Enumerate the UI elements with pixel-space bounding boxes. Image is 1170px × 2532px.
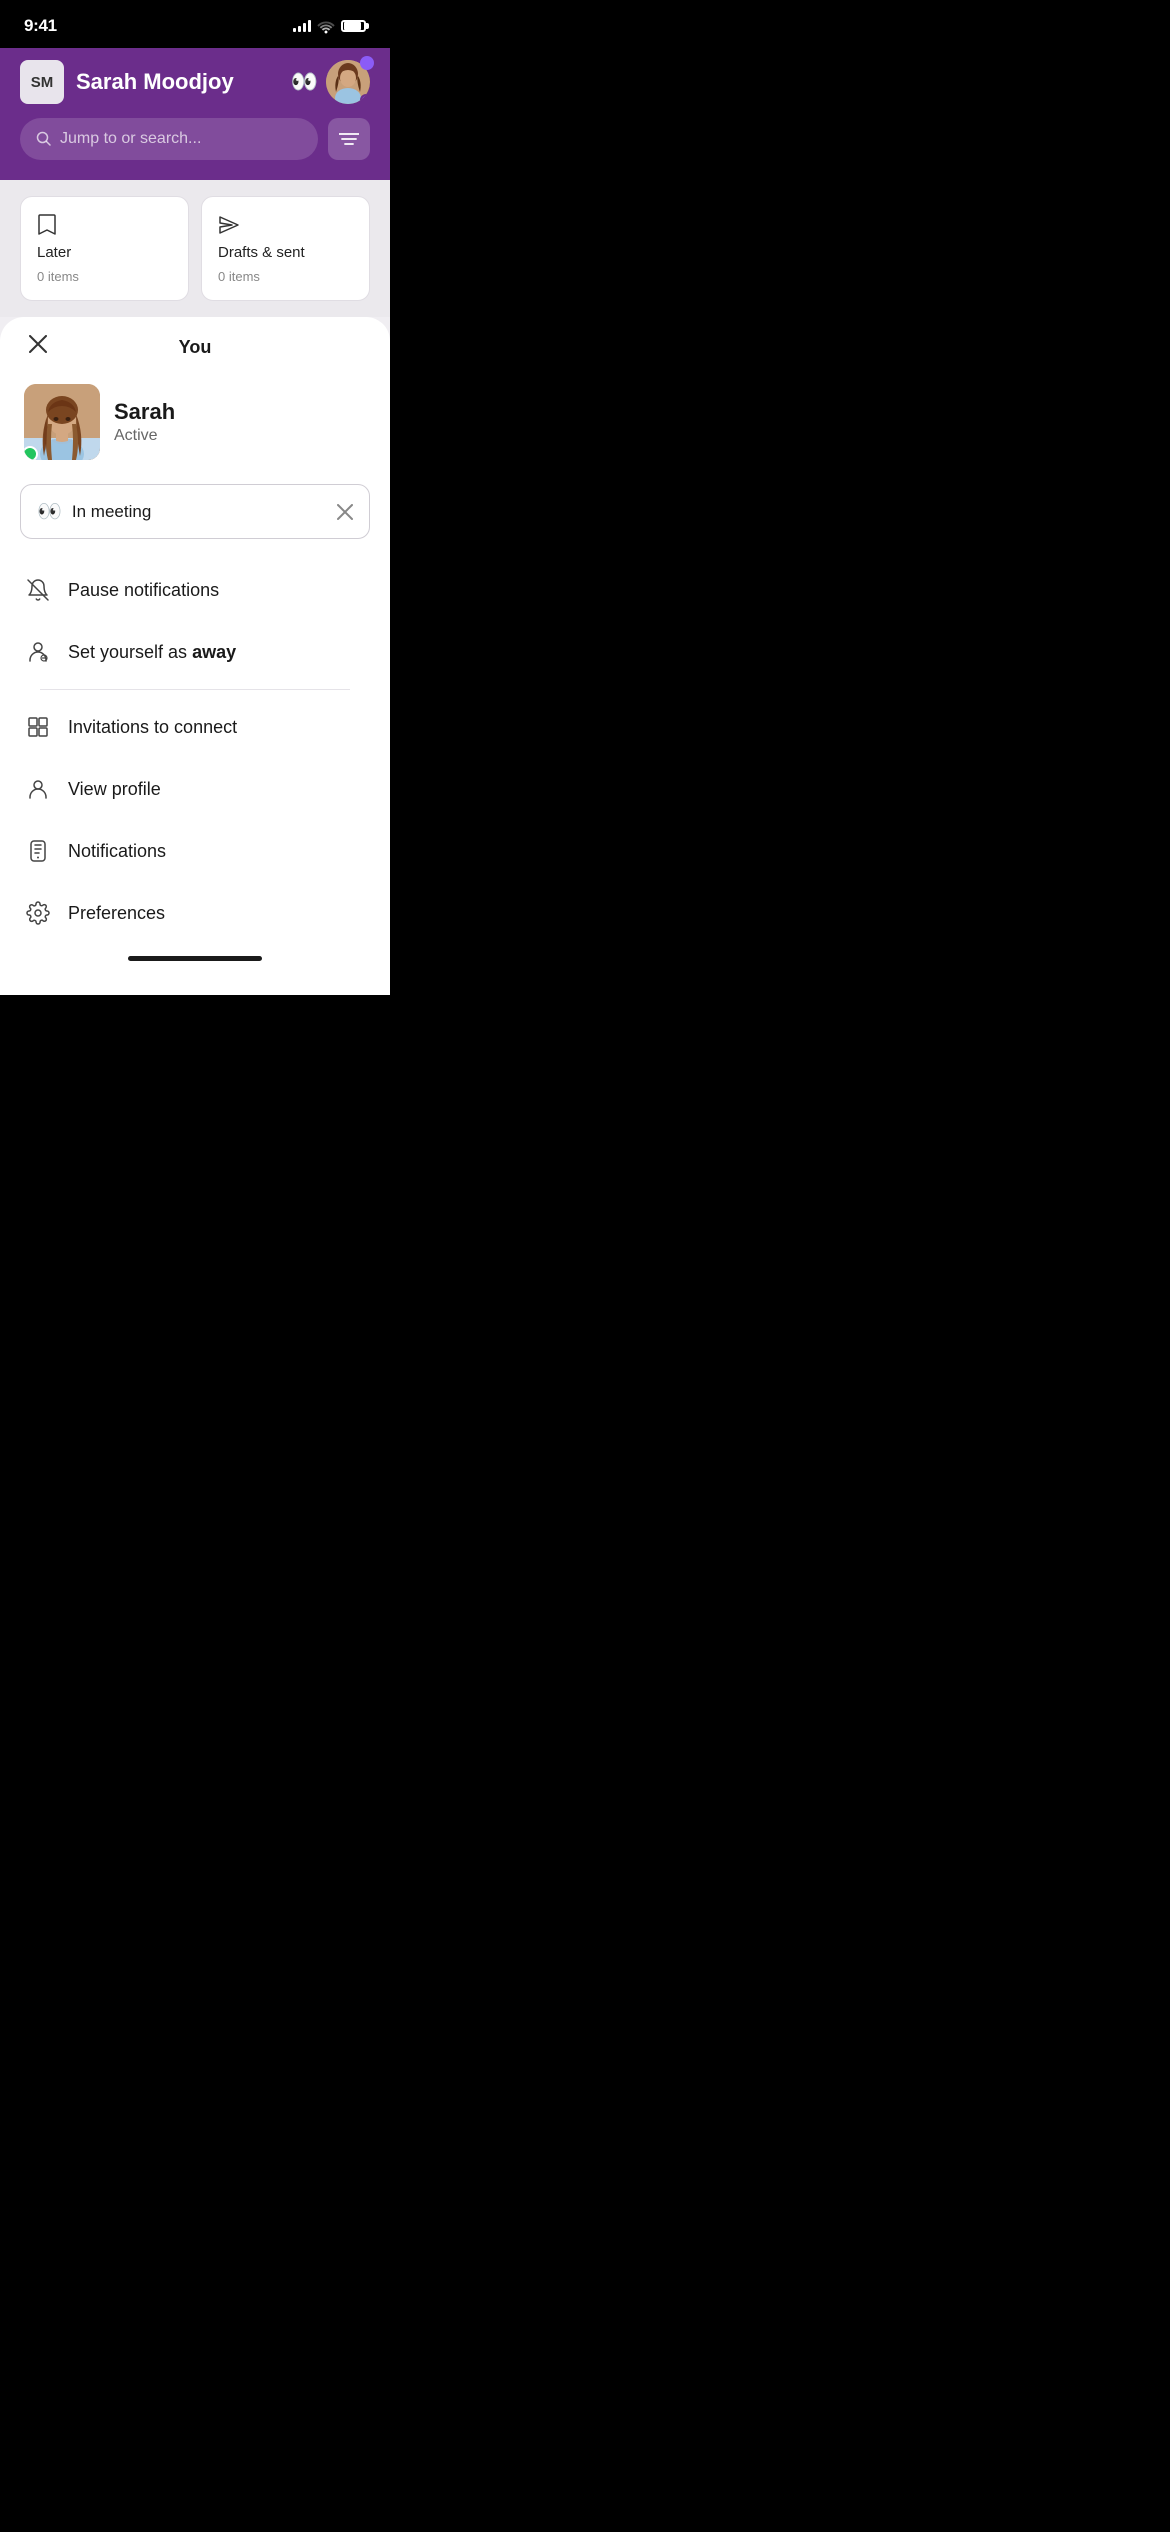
menu-item-set-away[interactable]: Set yourself as away xyxy=(20,621,370,683)
header-name: Sarah Moodjoy xyxy=(76,69,234,95)
profile-section: Sarah Active xyxy=(0,368,390,480)
profile-info: Sarah Active xyxy=(114,399,175,445)
avatar-initials: SM xyxy=(20,60,64,104)
close-icon xyxy=(29,332,47,354)
bookmark-icon xyxy=(37,213,172,236)
later-card[interactable]: Later 0 items xyxy=(20,196,189,301)
sheet-title: You xyxy=(179,337,212,358)
drafts-title: Drafts & sent xyxy=(218,244,353,261)
wifi-icon xyxy=(317,18,335,34)
status-clear-button[interactable] xyxy=(337,501,353,522)
status-input-left: 👀 In meeting xyxy=(37,499,151,524)
battery-icon xyxy=(341,20,366,32)
user-info: SM Sarah Moodjoy xyxy=(20,60,234,104)
profile-avatar xyxy=(24,384,100,460)
pause-notifications-label: Pause notifications xyxy=(68,580,219,601)
invitations-label: Invitations to connect xyxy=(68,717,237,738)
person-away-icon xyxy=(24,638,52,666)
search-icon xyxy=(36,130,52,148)
menu-item-preferences[interactable]: Preferences xyxy=(20,882,370,944)
bottom-sheet: You xyxy=(0,317,390,995)
online-dot-profile xyxy=(24,446,38,460)
search-placeholder: Jump to or search... xyxy=(60,130,201,148)
status-input-row[interactable]: 👀 In meeting xyxy=(20,484,370,539)
gear-icon xyxy=(24,899,52,927)
home-indicator xyxy=(128,956,262,961)
phone-notifications-icon xyxy=(24,837,52,865)
profile-name: Sarah xyxy=(114,399,175,425)
header-top: SM Sarah Moodjoy 👀 xyxy=(20,60,370,104)
menu-section: Pause notifications Set yourself as away xyxy=(0,559,390,944)
search-bar-row: Jump to or search... xyxy=(20,118,370,160)
building-icon xyxy=(24,713,52,741)
later-sub: 0 items xyxy=(37,269,172,284)
notifications-label: Notifications xyxy=(68,841,166,862)
close-button[interactable] xyxy=(20,325,56,361)
view-profile-label: View profile xyxy=(68,779,161,800)
drafts-card[interactable]: Drafts & sent 0 items xyxy=(201,196,370,301)
status-emoji: 👀 xyxy=(37,499,62,524)
filter-button[interactable] xyxy=(328,118,370,160)
menu-item-view-profile[interactable]: View profile xyxy=(20,758,370,820)
status-time: 9:41 xyxy=(24,16,57,36)
profile-status-label: Active xyxy=(114,427,175,445)
online-dot-header xyxy=(360,94,370,104)
signal-icon xyxy=(293,20,311,32)
status-icons xyxy=(293,18,366,34)
quick-actions: Later 0 items Drafts & sent 0 items xyxy=(0,180,390,317)
menu-item-invitations[interactable]: Invitations to connect xyxy=(20,696,370,758)
sheet-header: You xyxy=(0,317,390,368)
bell-off-icon xyxy=(24,576,52,604)
person-icon xyxy=(24,775,52,803)
menu-item-notifications[interactable]: Notifications xyxy=(20,820,370,882)
menu-item-pause-notifications[interactable]: Pause notifications xyxy=(20,559,370,621)
header-emoji: 👀 xyxy=(291,69,318,95)
search-bar[interactable]: Jump to or search... xyxy=(20,118,318,160)
drafts-icon xyxy=(218,213,353,236)
status-bar: 9:41 xyxy=(0,0,390,48)
app-header: SM Sarah Moodjoy 👀 xyxy=(0,48,390,180)
divider-1 xyxy=(40,689,350,690)
header-right: 👀 xyxy=(291,60,370,104)
drafts-sub: 0 items xyxy=(218,269,353,284)
set-away-label: Set yourself as away xyxy=(68,642,236,663)
status-input-text: In meeting xyxy=(72,502,151,522)
later-title: Later xyxy=(37,244,172,261)
preferences-label: Preferences xyxy=(68,903,165,924)
notification-dot xyxy=(360,56,374,70)
